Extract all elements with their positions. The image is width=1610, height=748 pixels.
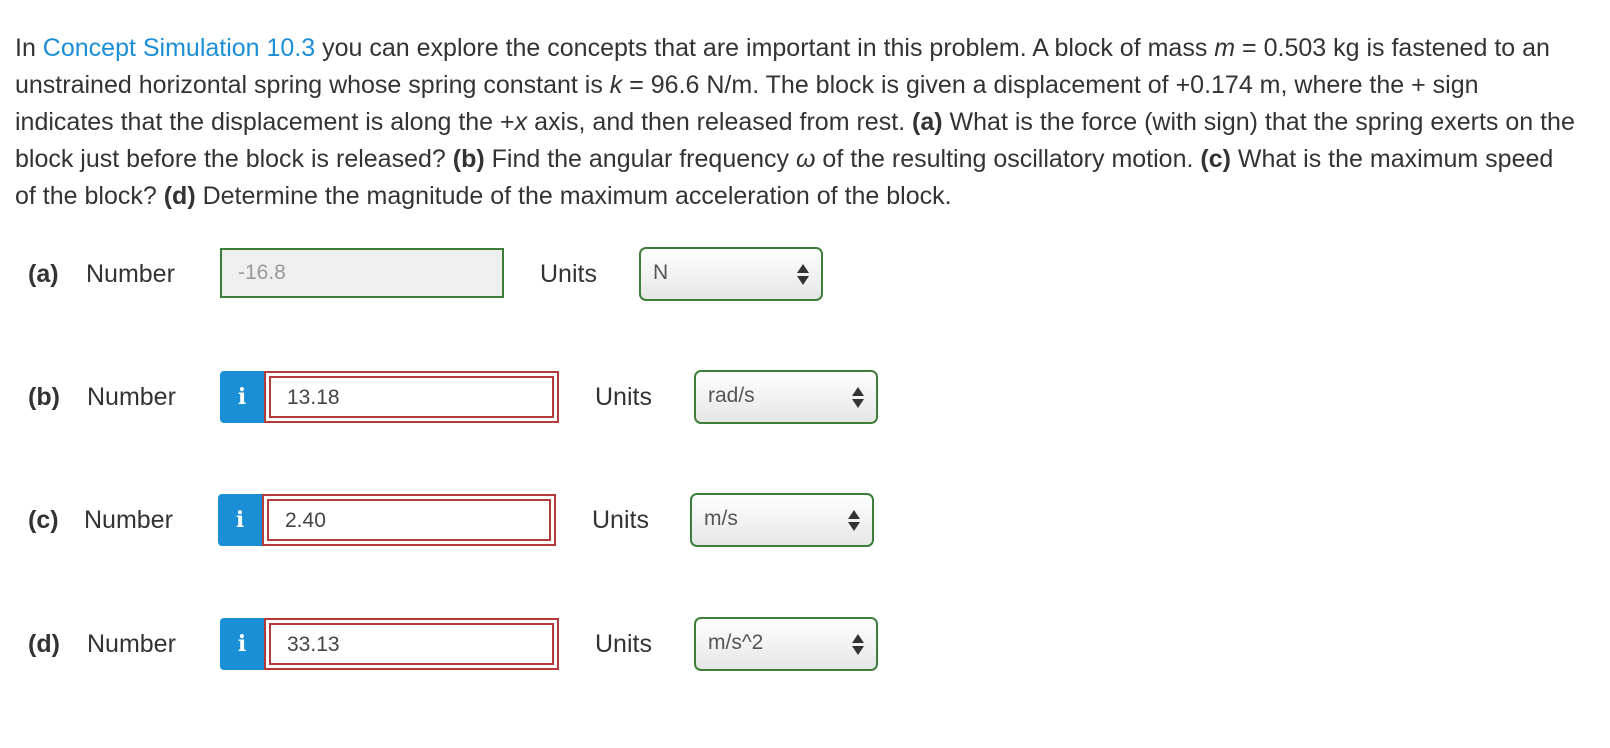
- answer-row-a: (a) Number -16.8 Units N: [0, 247, 900, 304]
- info-icon[interactable]: i: [220, 618, 264, 670]
- units-label: Units: [592, 506, 649, 534]
- answer-input-c[interactable]: 2.40: [262, 494, 556, 546]
- part-label: (a): [28, 260, 59, 288]
- answer-input-b[interactable]: 13.18: [264, 371, 559, 423]
- problem-text: In: [15, 34, 43, 62]
- problem-statement: In Concept Simulation 10.3 you can explo…: [15, 30, 1575, 215]
- units-selected-value: m/s: [704, 507, 738, 530]
- units-label: Units: [595, 630, 652, 658]
- units-select-d[interactable]: m/s^2: [694, 617, 878, 671]
- units-selected-value: N: [653, 261, 669, 284]
- part-label: (b): [28, 383, 60, 411]
- units-label: Units: [540, 260, 597, 288]
- mass-variable: m: [1214, 34, 1236, 62]
- select-arrows-icon: [797, 264, 809, 286]
- number-label: Number: [86, 260, 175, 288]
- answer-value: 33.13: [269, 623, 554, 665]
- part-label: (d): [28, 630, 60, 658]
- units-selected-value: rad/s: [708, 384, 755, 407]
- answer-input-a[interactable]: -16.8: [220, 248, 504, 298]
- part-d-marker: (d): [163, 182, 196, 210]
- problem-text: you can explore the concepts that are im…: [315, 34, 1215, 62]
- question-d: Determine the magnitude of the maximum a…: [195, 182, 952, 210]
- answer-value: 13.18: [269, 376, 554, 418]
- answer-input-d[interactable]: 33.13: [264, 618, 559, 670]
- question-b: Find the angular frequency: [484, 145, 796, 173]
- units-select-b[interactable]: rad/s: [694, 370, 878, 424]
- answer-row-b: (b) Number i 13.18 Units rad/s: [0, 370, 900, 427]
- part-label: (c): [28, 506, 59, 534]
- answer-value: 2.40: [267, 499, 551, 541]
- units-select-a[interactable]: N: [639, 247, 823, 301]
- select-arrows-icon: [852, 634, 864, 656]
- units-selected-value: m/s^2: [708, 631, 764, 654]
- units-select-c[interactable]: m/s: [690, 493, 874, 547]
- number-label: Number: [87, 383, 176, 411]
- part-c-marker: (c): [1200, 145, 1231, 173]
- concept-simulation-link[interactable]: Concept Simulation 10.3: [43, 34, 315, 62]
- spring-constant-variable: k: [609, 71, 623, 99]
- omega-symbol: ω: [795, 145, 816, 173]
- problem-text: axis, and then released from rest.: [527, 108, 913, 136]
- part-b-marker: (b): [452, 145, 485, 173]
- x-variable: x: [514, 108, 528, 136]
- info-icon[interactable]: i: [220, 371, 264, 423]
- units-label: Units: [595, 383, 652, 411]
- info-icon[interactable]: i: [218, 494, 262, 546]
- answer-row-d: (d) Number i 33.13 Units m/s^2: [0, 617, 900, 674]
- part-a-marker: (a): [912, 108, 943, 136]
- question-b-cont: of the resulting oscillatory motion.: [815, 145, 1201, 173]
- number-label: Number: [84, 506, 173, 534]
- select-arrows-icon: [848, 510, 860, 532]
- answer-row-c: (c) Number i 2.40 Units m/s: [0, 493, 900, 550]
- number-label: Number: [87, 630, 176, 658]
- select-arrows-icon: [852, 387, 864, 409]
